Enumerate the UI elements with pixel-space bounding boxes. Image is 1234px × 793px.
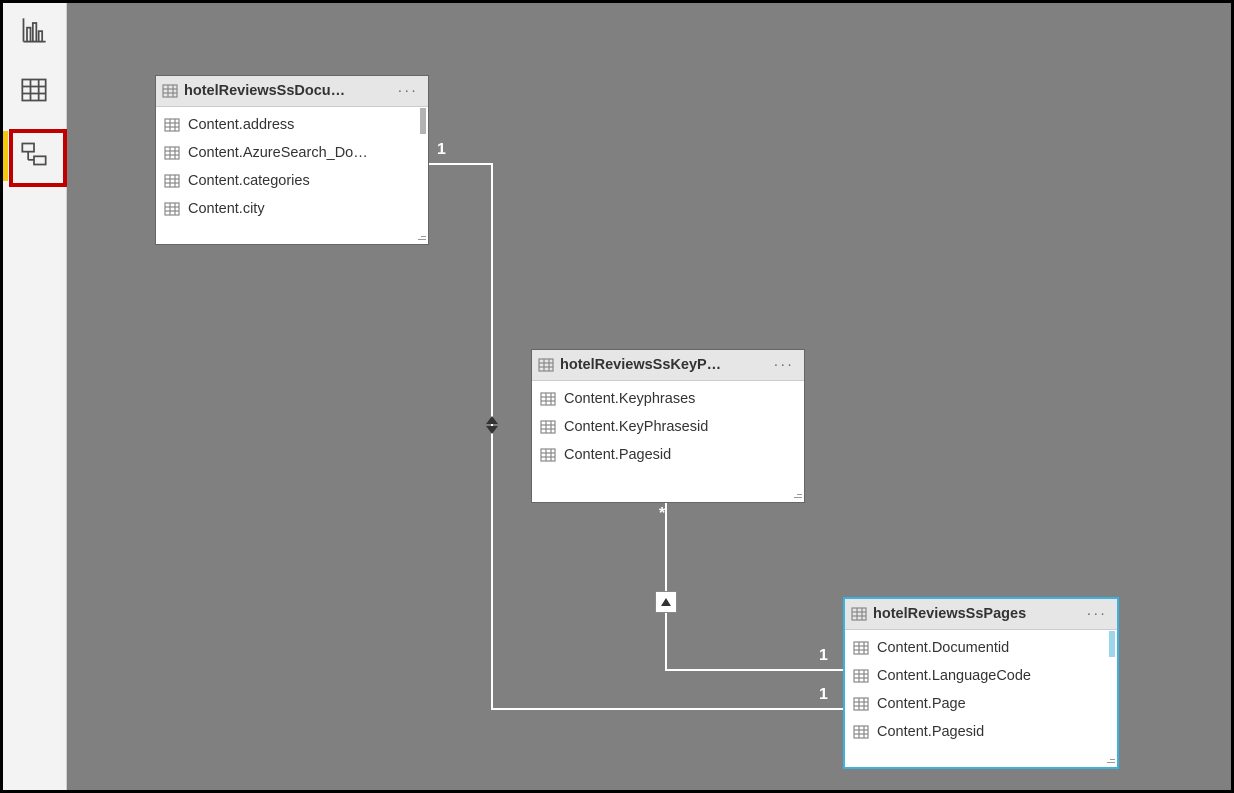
filter-direction-single-icon — [655, 591, 677, 613]
cardinality-one: 1 — [437, 141, 446, 159]
table-title: hotelReviewsSsPages — [873, 606, 1083, 622]
nav-active-indicator — [3, 131, 8, 181]
table-title: hotelReviewsSsDocu… — [184, 83, 394, 99]
nav-rail — [3, 3, 67, 790]
field-list: Content.Documentid Content.LanguageCode … — [845, 630, 1117, 748]
cardinality-one: 1 — [819, 647, 828, 665]
field-item[interactable]: Content.Pagesid — [532, 441, 804, 469]
table-card-docu[interactable]: hotelReviewsSsDocu… ··· Content.address … — [155, 75, 429, 245]
table-icon — [851, 607, 867, 621]
field-item[interactable]: Content.AzureSearch_Do… — [156, 139, 428, 167]
bar-chart-icon — [20, 16, 48, 44]
scrollbar-thumb[interactable] — [420, 108, 426, 134]
field-item[interactable]: Content.Documentid — [845, 634, 1117, 662]
table-header[interactable]: hotelReviewsSsKeyP… ··· — [532, 350, 804, 381]
field-item[interactable]: Content.Keyphrases — [532, 385, 804, 413]
resize-grip[interactable] — [417, 233, 427, 243]
model-icon — [20, 140, 48, 168]
table-header[interactable]: hotelReviewsSsDocu… ··· — [156, 76, 428, 107]
table-card-keyp[interactable]: hotelReviewsSsKeyP… ··· Content.Keyphras… — [531, 349, 805, 503]
cardinality-many: * — [659, 505, 665, 523]
cardinality-one: 1 — [819, 686, 828, 704]
field-item[interactable]: Content.city — [156, 195, 428, 223]
table-icon — [538, 358, 554, 372]
nav-model-view-button[interactable] — [11, 131, 57, 177]
nav-report-view-button[interactable] — [11, 7, 57, 53]
field-item[interactable]: Content.Page — [845, 690, 1117, 718]
more-button[interactable]: ··· — [770, 357, 799, 373]
table-title: hotelReviewsSsKeyP… — [560, 357, 770, 373]
field-item[interactable]: Content.categories — [156, 167, 428, 195]
table-header[interactable]: hotelReviewsSsPages ··· — [845, 599, 1117, 630]
more-button[interactable]: ··· — [1083, 606, 1112, 622]
field-list: Content.Keyphrases Content.KeyPhrasesid … — [532, 381, 804, 471]
filter-direction-both-icon — [482, 413, 502, 437]
resize-grip[interactable] — [1106, 756, 1116, 766]
field-item[interactable]: Content.address — [156, 111, 428, 139]
model-canvas[interactable]: 1 1 * 1 hotelReviewsSsDocu… ··· — [67, 3, 1231, 790]
more-button[interactable]: ··· — [394, 83, 423, 99]
field-item[interactable]: Content.LanguageCode — [845, 662, 1117, 690]
table-icon — [20, 76, 48, 104]
nav-data-view-button[interactable] — [11, 67, 57, 113]
table-icon — [162, 84, 178, 98]
table-card-pages[interactable]: hotelReviewsSsPages ··· Content.Document… — [843, 597, 1119, 769]
field-item[interactable]: Content.KeyPhrasesid — [532, 413, 804, 441]
resize-grip[interactable] — [793, 491, 803, 501]
field-item[interactable]: Content.Pagesid — [845, 718, 1117, 746]
field-list: Content.address Content.AzureSearch_Do… … — [156, 107, 428, 225]
scrollbar-thumb[interactable] — [1109, 631, 1115, 657]
